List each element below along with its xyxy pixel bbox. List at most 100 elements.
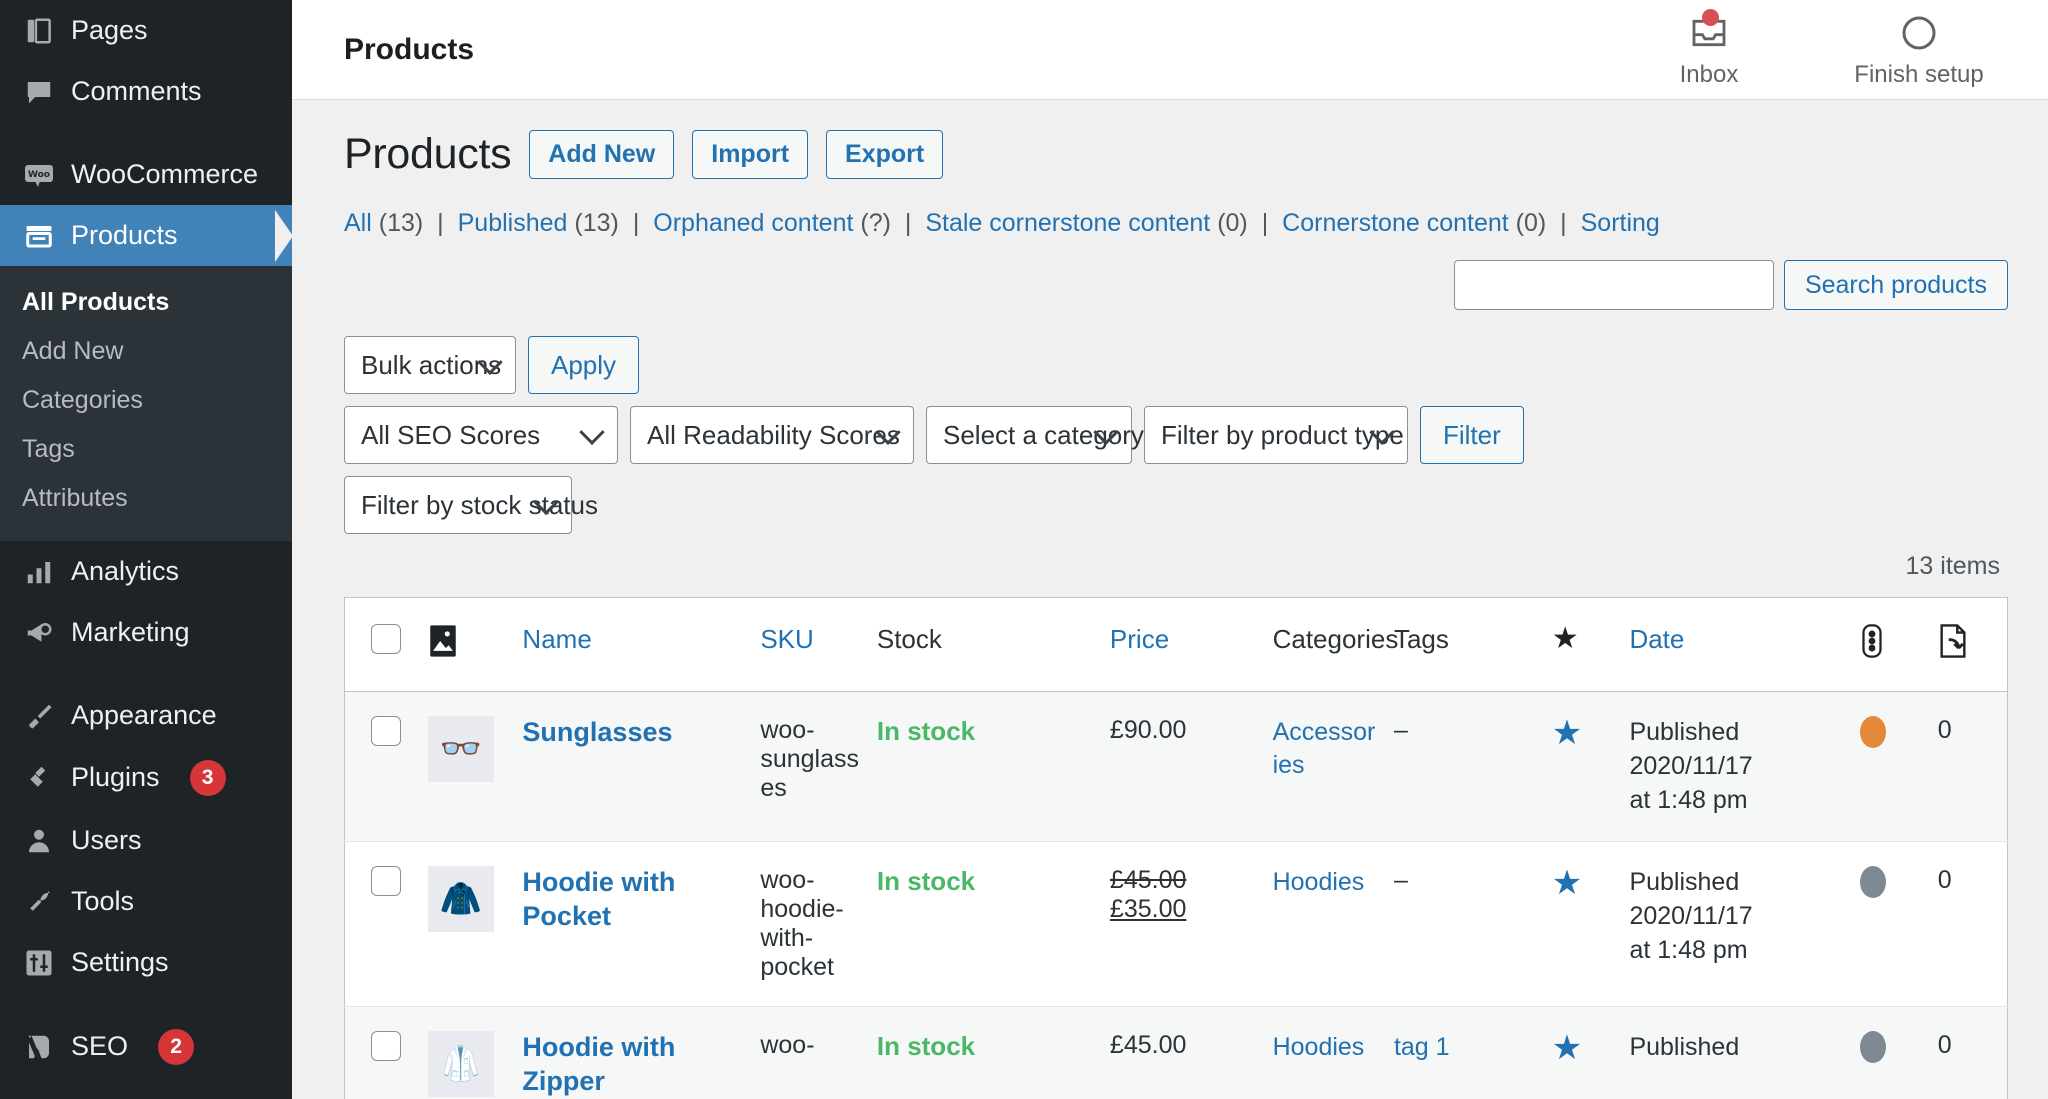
submenu-item-categories[interactable]: Categories xyxy=(0,376,292,425)
stock-status-value: Filter by stock status xyxy=(361,490,598,521)
submenu-item-all-products[interactable]: All Products xyxy=(0,278,292,327)
sidebar-item-label: Products xyxy=(71,220,178,251)
thumbnail-header xyxy=(420,598,515,692)
sidebar-item-label: Users xyxy=(71,825,142,856)
seo-score-indicator[interactable] xyxy=(1860,1031,1886,1063)
setup-progress-circle-icon xyxy=(1899,11,1939,55)
users-icon xyxy=(22,824,55,857)
sidebar-item-products[interactable]: Products xyxy=(0,205,292,266)
seo-scores-select[interactable]: All SEO Scores xyxy=(344,406,618,464)
row-checkbox[interactable] xyxy=(371,716,401,746)
submenu-label: Tags xyxy=(22,435,75,463)
row-featured-cell: ★ xyxy=(1544,692,1622,842)
select-all-header xyxy=(345,598,420,692)
sidebar-item-comments[interactable]: Comments xyxy=(0,61,292,122)
row-checkbox[interactable] xyxy=(371,1031,401,1061)
date-status: Published xyxy=(1629,1031,1844,1065)
product-price: £45.00 xyxy=(1110,1031,1186,1059)
search-products-button[interactable]: Search products xyxy=(1784,260,2008,310)
readability-scores-value: All Readability Scores xyxy=(647,420,900,451)
status-link-sorting[interactable]: Sorting xyxy=(1581,209,1660,237)
row-tags-cell: – xyxy=(1386,692,1544,842)
submenu-item-attributes[interactable]: Attributes xyxy=(0,474,292,523)
status-link-stale-cornerstone-content[interactable]: Stale cornerstone content xyxy=(925,209,1210,237)
date-column-header[interactable]: Date xyxy=(1621,598,1852,692)
status-link-cornerstone-content[interactable]: Cornerstone content xyxy=(1282,209,1509,237)
category-link[interactable]: Hoodies xyxy=(1273,1033,1365,1061)
status-link-orphaned-content[interactable]: Orphaned content xyxy=(653,209,853,237)
status-link-published[interactable]: Published xyxy=(458,209,568,237)
inbox-label: Inbox xyxy=(1680,61,1739,89)
sidebar-item-plugins[interactable]: Plugins 3 xyxy=(0,746,292,810)
row-thumbnail-cell: 🧥 xyxy=(420,842,515,1007)
readability-scores-select[interactable]: All Readability Scores xyxy=(630,406,914,464)
category-link[interactable]: Hoodies xyxy=(1273,868,1365,896)
row-tags-cell: tag 1 xyxy=(1386,1007,1544,1099)
row-date-cell: Published 2020/11/17 at 1:48 pm xyxy=(1621,692,1852,842)
seo-score-indicator[interactable] xyxy=(1860,866,1886,898)
category-select[interactable]: Select a category xyxy=(926,406,1132,464)
sidebar-item-analytics[interactable]: Analytics xyxy=(0,541,292,602)
sidebar-item-tools[interactable]: Tools xyxy=(0,871,292,932)
select-all-checkbox[interactable] xyxy=(371,624,401,654)
yoast-seo-icon xyxy=(22,1031,55,1064)
appearance-icon xyxy=(22,699,55,732)
seo-scores-value: All SEO Scores xyxy=(361,420,540,451)
featured-star-icon[interactable]: ★ xyxy=(1552,714,1582,752)
featured-star-icon[interactable]: ★ xyxy=(1552,864,1582,902)
seo-score-indicator[interactable] xyxy=(1860,716,1886,748)
product-type-select[interactable]: Filter by product type xyxy=(1144,406,1408,464)
bulk-actions-select[interactable]: Bulk actions xyxy=(344,336,516,394)
search-input[interactable] xyxy=(1454,260,1774,310)
status-count-published: (13) xyxy=(574,209,618,237)
sidebar-item-appearance[interactable]: Appearance xyxy=(0,685,292,746)
filter-button[interactable]: Filter xyxy=(1420,406,1524,464)
submenu-item-tags[interactable]: Tags xyxy=(0,425,292,474)
menu-separator xyxy=(0,122,292,144)
sku-column-header[interactable]: SKU xyxy=(752,598,869,692)
category-link[interactable]: Accessories xyxy=(1273,718,1376,779)
name-column-header[interactable]: Name xyxy=(514,598,752,692)
stock-column-header: Stock xyxy=(869,598,1102,692)
row-price-cell: £45.00 £35.00 xyxy=(1102,842,1265,1007)
status-count-orphaned-content: (?) xyxy=(860,209,891,237)
row-thumbnail-cell: 👓 xyxy=(420,692,515,842)
page-title-row: Products Add New Import Export xyxy=(344,130,2008,179)
sidebar-item-woocommerce[interactable]: Woo WooCommerce xyxy=(0,144,292,205)
submenu-item-add-new[interactable]: Add New xyxy=(0,327,292,376)
row-checkbox[interactable] xyxy=(371,866,401,896)
status-link-all[interactable]: All xyxy=(344,209,372,237)
date-status: Published xyxy=(1629,866,1844,900)
pages-icon xyxy=(22,14,55,47)
status-count-all: (13) xyxy=(379,209,423,237)
export-button[interactable]: Export xyxy=(826,130,943,179)
finish-setup-button[interactable]: Finish setup xyxy=(1844,11,1994,89)
product-name-link[interactable]: Hoodie with Zipper xyxy=(522,1032,675,1096)
status-count-stale-cornerstone-content: (0) xyxy=(1217,209,1248,237)
stock-status-select[interactable]: Filter by stock status xyxy=(344,476,572,534)
row-price-cell: £90.00 xyxy=(1102,692,1265,842)
stock-status-label: In stock xyxy=(877,866,975,896)
import-button[interactable]: Import xyxy=(692,130,808,179)
status-separator: | xyxy=(437,209,444,237)
price-column-header[interactable]: Price xyxy=(1102,598,1265,692)
sidebar-item-seo[interactable]: SEO 2 xyxy=(0,1015,292,1079)
sidebar-item-marketing[interactable]: Marketing xyxy=(0,602,292,663)
tags-column-header: Tags xyxy=(1386,598,1544,692)
apply-button[interactable]: Apply xyxy=(528,336,639,394)
product-name-link[interactable]: Hoodie with Pocket xyxy=(522,867,675,931)
inbox-button[interactable]: Inbox xyxy=(1634,11,1784,89)
product-name-link[interactable]: Sunglasses xyxy=(522,717,672,747)
star-icon: ★ xyxy=(1552,622,1579,655)
tag-link[interactable]: tag 1 xyxy=(1394,1033,1450,1061)
add-new-button[interactable]: Add New xyxy=(529,130,674,179)
table-header-row: Name SKU Stock Price Categories Tags ★ D… xyxy=(345,598,2008,692)
status-separator: | xyxy=(1560,209,1567,237)
sidebar-item-pages[interactable]: Pages xyxy=(0,0,292,61)
sidebar-item-label: Plugins xyxy=(71,762,160,793)
featured-star-icon[interactable]: ★ xyxy=(1552,1029,1582,1067)
sidebar-item-settings[interactable]: Settings xyxy=(0,932,292,993)
product-price-original: £45.00 xyxy=(1110,866,1257,895)
sidebar-item-users[interactable]: Users xyxy=(0,810,292,871)
featured-column-header: ★ xyxy=(1544,598,1622,692)
